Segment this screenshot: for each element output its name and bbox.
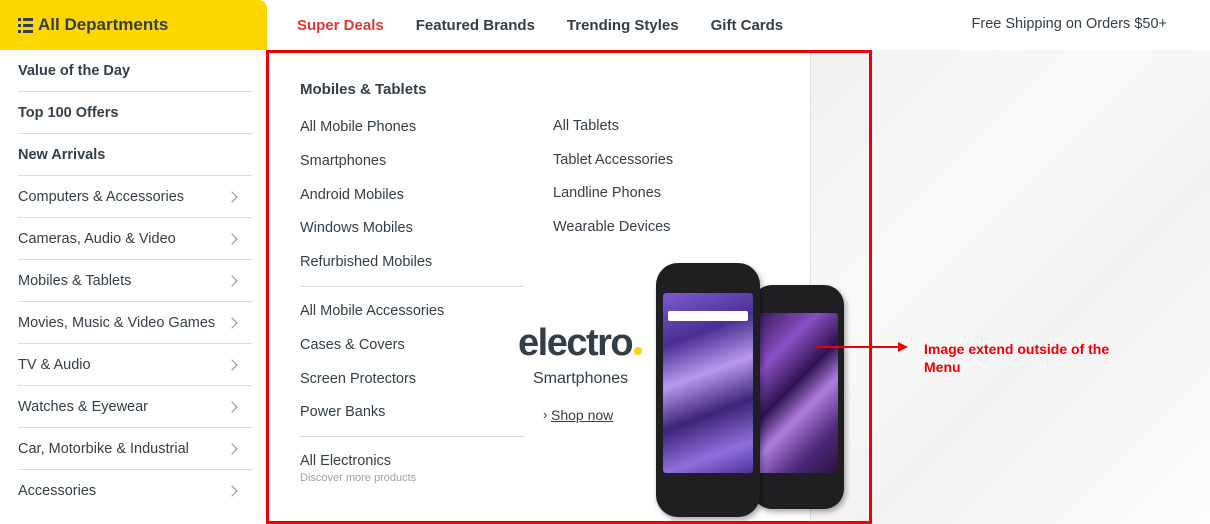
chevron-right-icon: [226, 400, 238, 413]
chevron-right-icon: [226, 358, 238, 371]
chevron-right-icon: [226, 316, 238, 329]
link-all-electronics[interactable]: All Electronics: [300, 453, 391, 469]
nav-super-deals[interactable]: Super Deals: [297, 17, 384, 34]
nav-featured-brands[interactable]: Featured Brands: [416, 17, 535, 34]
sidebar-item-tv-audio[interactable]: TV & Audio: [18, 344, 252, 386]
sidebar-item-car-motorbike[interactable]: Car, Motorbike & Industrial: [18, 428, 252, 470]
link-all-mobile-phones[interactable]: All Mobile Phones: [300, 119, 416, 135]
phone-back-image: [752, 285, 844, 509]
sidebar-item-value-of-the-day[interactable]: Value of the Day: [18, 50, 252, 92]
sidebar-item-watches[interactable]: Watches & Eyewear: [18, 386, 252, 428]
chevron-right-icon: [226, 485, 238, 497]
sidebar-item-accessories[interactable]: Accessories: [18, 470, 252, 512]
chevron-right-icon: [226, 232, 238, 245]
arrow-head-icon: [898, 342, 908, 352]
annotation-arrow: [816, 346, 900, 348]
link-smartphones[interactable]: Smartphones: [300, 153, 386, 169]
link-screen-protectors[interactable]: Screen Protectors: [300, 371, 416, 387]
sidebar-item-cameras[interactable]: Cameras, Audio & Video: [18, 218, 252, 260]
all-departments-label: All Departments: [38, 15, 169, 34]
shop-now-chevron-icon: ›: [543, 407, 548, 422]
logo-dot: [634, 347, 643, 355]
all-electronics-subtext: Discover more products: [300, 472, 417, 484]
chevron-right-icon: [226, 190, 238, 203]
link-cases-covers[interactable]: Cases & Covers: [300, 337, 405, 353]
menu-separator: [300, 286, 524, 287]
chevron-right-icon: [226, 274, 238, 287]
link-tablet-accessories[interactable]: Tablet Accessories: [553, 152, 673, 168]
mega-menu-title: Mobiles & Tablets: [300, 81, 427, 98]
nav-trending-styles[interactable]: Trending Styles: [567, 17, 679, 34]
sidebar-item-computers[interactable]: Computers & Accessories: [18, 176, 252, 218]
link-all-tablets[interactable]: All Tablets: [553, 118, 619, 134]
menu-separator: [300, 436, 524, 437]
chevron-right-icon: [226, 442, 238, 455]
departments-sidebar: Value of the Day Top 100 Offers New Arri…: [0, 50, 267, 512]
link-windows-mobiles[interactable]: Windows Mobiles: [300, 220, 413, 236]
all-departments-button[interactable]: All Departments: [0, 0, 267, 50]
link-power-banks[interactable]: Power Banks: [300, 404, 385, 420]
link-all-mobile-accessories[interactable]: All Mobile Accessories: [300, 303, 444, 319]
link-android-mobiles[interactable]: Android Mobiles: [300, 187, 404, 203]
link-landline-phones[interactable]: Landline Phones: [553, 185, 661, 201]
promo-subtitle: Smartphones: [533, 370, 629, 387]
sidebar-item-new-arrivals[interactable]: New Arrivals: [18, 134, 252, 176]
sidebar-item-movies[interactable]: Movies, Music & Video Games: [18, 302, 252, 344]
sidebar-item-mobiles[interactable]: Mobiles & Tablets: [18, 260, 252, 302]
nav-gift-cards[interactable]: Gift Cards: [711, 17, 784, 34]
electro-logo: electro: [518, 322, 643, 365]
list-icon: [18, 17, 33, 33]
free-shipping-text: Free Shipping on Orders $50+: [971, 16, 1167, 32]
background-image-area: [810, 50, 1210, 524]
link-wearable-devices[interactable]: Wearable Devices: [553, 219, 670, 235]
link-refurbished-mobiles[interactable]: Refurbished Mobiles: [300, 254, 432, 270]
annotation-text: Image extend outside of the Menu: [924, 341, 1110, 375]
sidebar-item-top-100-offers[interactable]: Top 100 Offers: [18, 92, 252, 134]
top-navigation: Super Deals Featured Brands Trending Sty…: [297, 0, 815, 50]
search-bar-graphic: [668, 311, 748, 321]
shop-now-link[interactable]: Shop now: [551, 407, 613, 423]
phone-front-image: [656, 263, 760, 517]
